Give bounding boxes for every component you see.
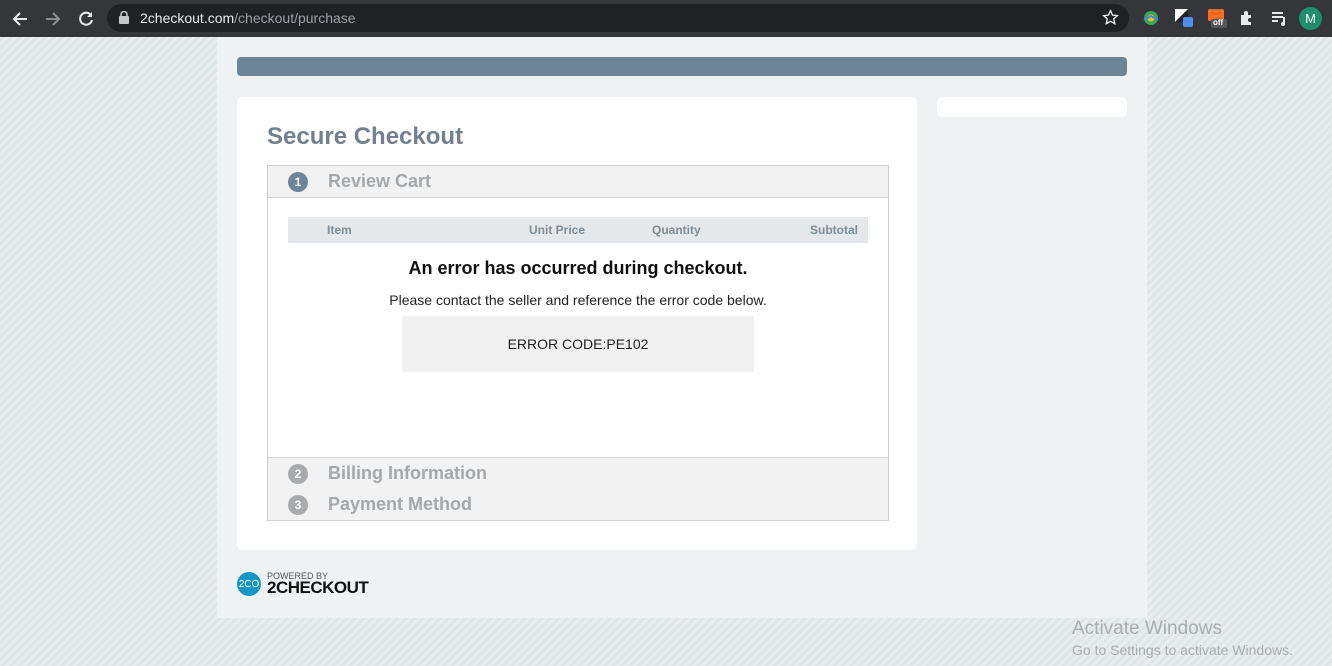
step-payment-method[interactable]: 3 Payment Method <box>268 489 888 520</box>
page-title: Secure Checkout <box>267 123 464 150</box>
column-header-quantity: Quantity <box>652 223 701 237</box>
cart-table-header: Item Unit Price Quantity Subtotal <box>288 217 868 243</box>
extension-globe-icon[interactable] <box>1141 8 1161 28</box>
checkout-card: Secure Checkout 1 Review Cart Item Unit … <box>237 97 917 550</box>
error-title: An error has occurred during checkout. <box>408 258 748 278</box>
lock-icon <box>119 10 129 29</box>
sidebar-card <box>937 97 1127 117</box>
step-number-badge: 3 <box>288 495 308 515</box>
back-arrow-icon[interactable] <box>9 8 31 30</box>
url-text[interactable]: 2checkout.com/checkout/purchase <box>140 10 356 26</box>
extension-contrast-icon[interactable] <box>1174 8 1194 28</box>
step-label: Billing Information <box>328 463 487 483</box>
brand-name: 2CHECKOUT <box>267 578 369 597</box>
checkout-steps: 1 Review Cart Item Unit Price Quantity S… <box>267 165 889 521</box>
step-review-cart[interactable]: 1 Review Cart <box>268 166 888 198</box>
step-billing-information[interactable]: 2 Billing Information <box>268 457 888 490</box>
browser-toolbar: 2checkout.com/checkout/purchase off M <box>0 0 1332 37</box>
profile-avatar[interactable]: M <box>1299 7 1322 30</box>
error-code-box: ERROR CODE:PE102 <box>402 316 754 372</box>
windows-activation-watermark: Activate Windows Go to Settings to activ… <box>1072 618 1293 658</box>
bookmark-star-icon[interactable] <box>1102 9 1119 31</box>
2checkout-logo-icon: 2CO <box>237 572 261 596</box>
step-number-badge: 2 <box>288 464 308 484</box>
watermark-title: Activate Windows <box>1072 618 1222 639</box>
extension-coupon-icon[interactable]: off <box>1207 8 1227 28</box>
watermark-subtitle: Go to Settings to activate Windows. <box>1072 642 1293 658</box>
error-code: ERROR CODE:PE102 <box>507 336 649 352</box>
step-number-badge: 1 <box>288 172 308 192</box>
address-bar[interactable]: 2checkout.com/checkout/purchase <box>107 4 1129 32</box>
step-label: Payment Method <box>328 494 473 514</box>
reading-list-icon[interactable] <box>1269 8 1289 28</box>
extension-badge: off <box>1213 18 1224 27</box>
reload-icon[interactable] <box>75 8 97 30</box>
step-label: Review Cart <box>328 171 432 191</box>
url-path: /checkout/purchase <box>234 10 356 26</box>
error-message: Please contact the seller and reference … <box>389 292 767 308</box>
column-header-unit-price: Unit Price <box>529 223 586 237</box>
extensions-puzzle-icon[interactable] <box>1237 8 1257 28</box>
url-host: 2checkout.com <box>140 10 235 26</box>
forward-arrow-icon[interactable] <box>42 8 64 30</box>
column-header-item: Item <box>327 223 352 237</box>
header-bar <box>237 57 1127 76</box>
column-header-subtotal: Subtotal <box>810 223 858 237</box>
